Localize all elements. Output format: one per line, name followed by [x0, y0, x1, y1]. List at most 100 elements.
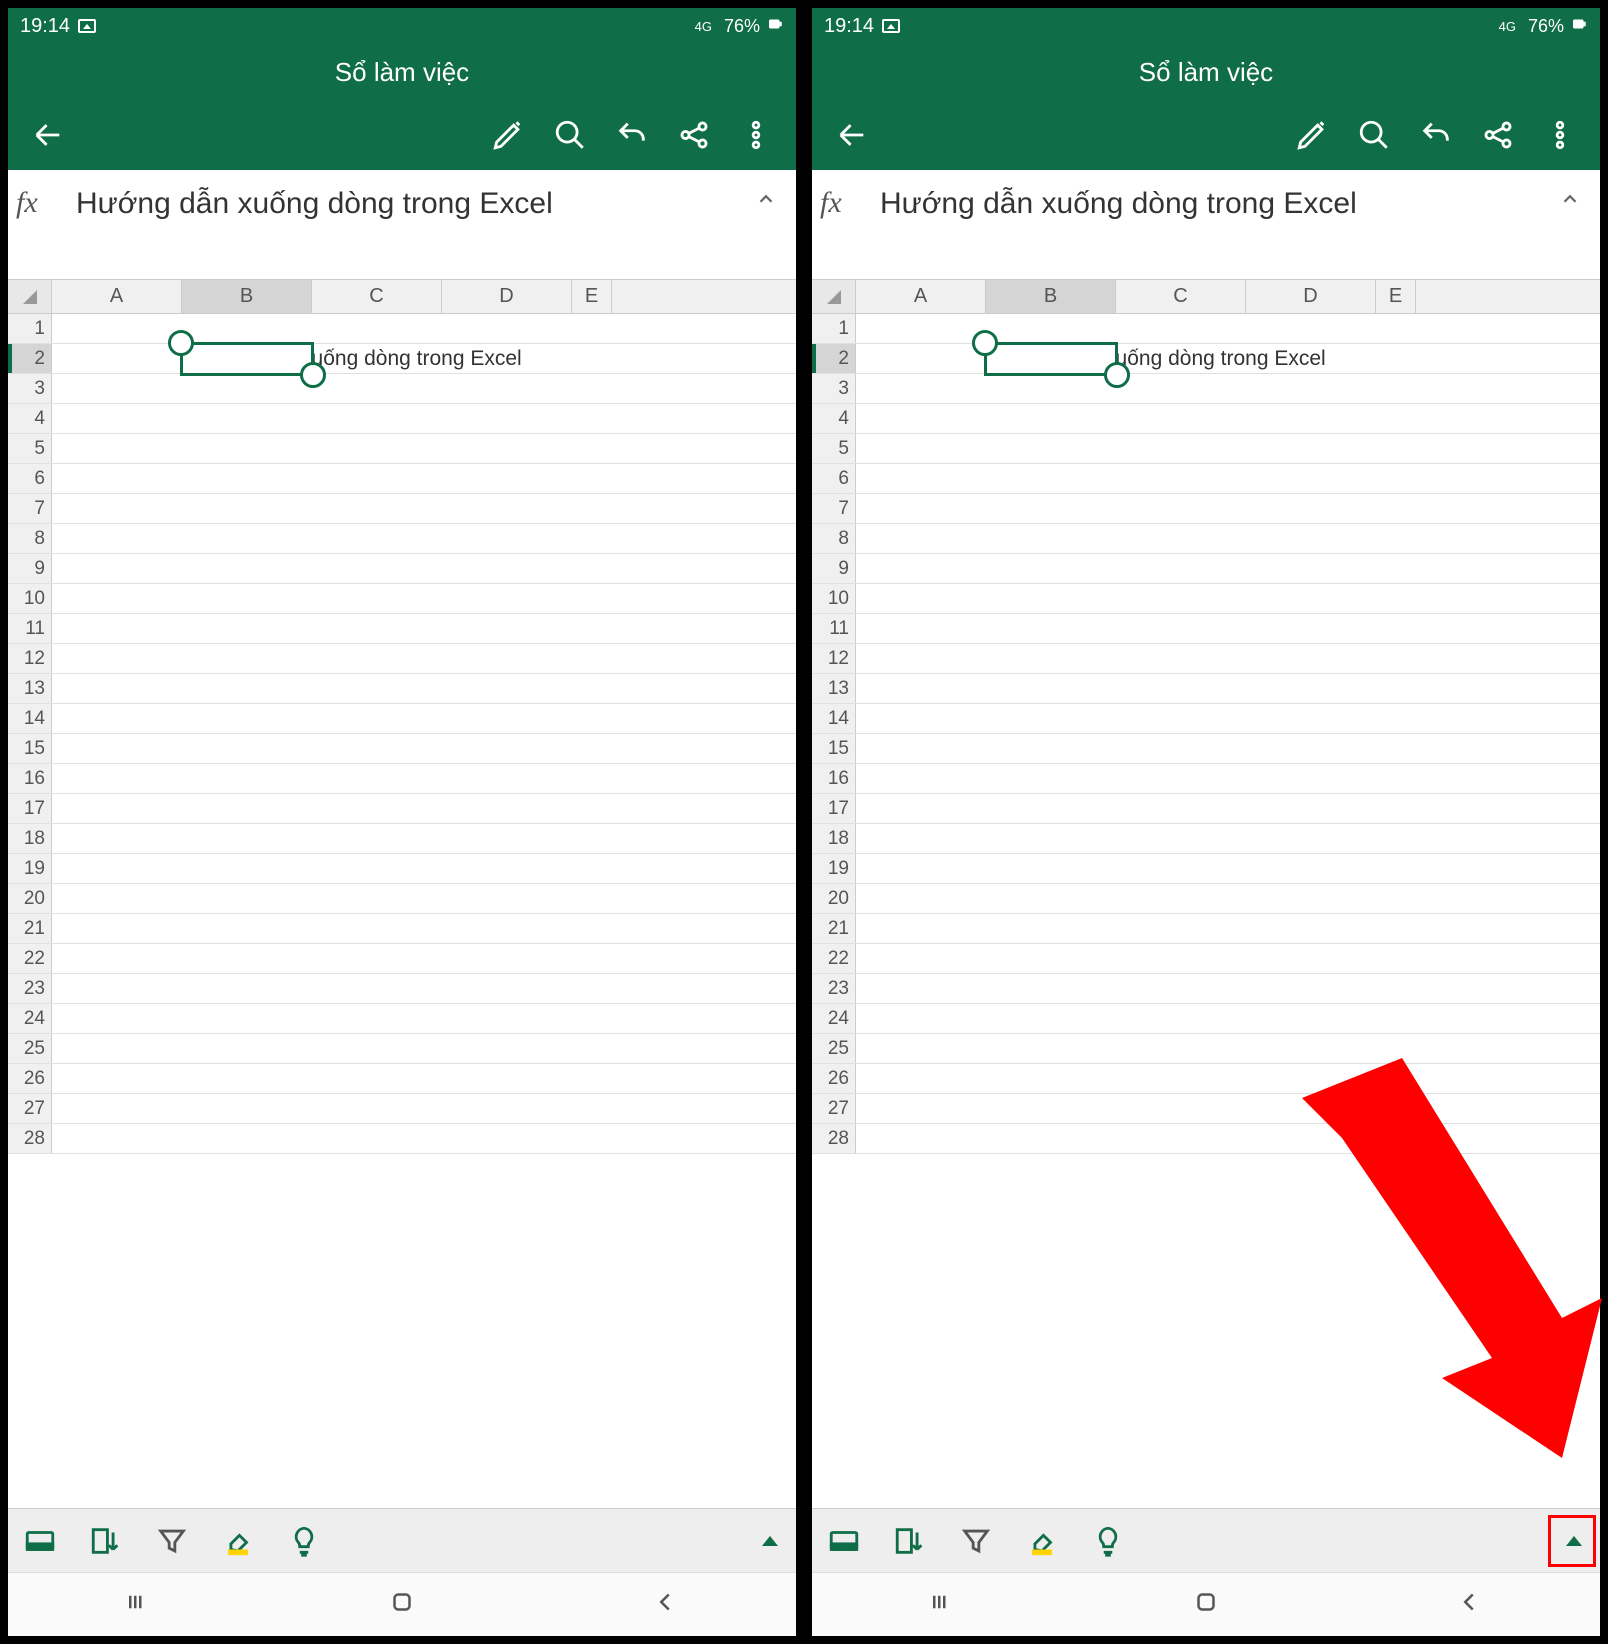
- spreadsheet[interactable]: A B C D E 1 2 3 4 5 6 7 8: [8, 280, 796, 1508]
- row-header-24[interactable]: 24: [812, 1004, 856, 1033]
- row-12[interactable]: 12: [812, 644, 1600, 674]
- col-header-C[interactable]: C: [312, 280, 442, 313]
- row-cells-21[interactable]: [856, 914, 1600, 943]
- fill-button[interactable]: [216, 1519, 260, 1563]
- col-header-D[interactable]: D: [442, 280, 572, 313]
- row-header-3[interactable]: 3: [8, 374, 52, 403]
- row-15[interactable]: 15: [812, 734, 1600, 764]
- row-11[interactable]: 11: [812, 614, 1600, 644]
- row-cells-28[interactable]: [52, 1124, 796, 1153]
- row-header-26[interactable]: 26: [8, 1064, 52, 1093]
- row-header-15[interactable]: 15: [8, 734, 52, 763]
- row-cells-13[interactable]: [52, 674, 796, 703]
- row-cells-21[interactable]: [52, 914, 796, 943]
- more-button[interactable]: [1534, 109, 1586, 161]
- row-23[interactable]: 23: [8, 974, 796, 1004]
- row-header-10[interactable]: 10: [812, 584, 856, 613]
- row-header-7[interactable]: 7: [812, 494, 856, 523]
- select-all-corner[interactable]: [812, 280, 856, 313]
- row-header-9[interactable]: 9: [812, 554, 856, 583]
- row-4[interactable]: 4: [812, 404, 1600, 434]
- sheet-rows[interactable]: 1 2 3 4 5 6 7 8 9 10: [812, 314, 1600, 1508]
- row-cells-4[interactable]: [52, 404, 796, 433]
- row-header-17[interactable]: 17: [812, 794, 856, 823]
- row-header-8[interactable]: 8: [8, 524, 52, 553]
- row-28[interactable]: 28: [8, 1124, 796, 1154]
- row-1[interactable]: 1: [812, 314, 1600, 344]
- row-cells-4[interactable]: [856, 404, 1600, 433]
- expand-ribbon-button[interactable]: [762, 1536, 778, 1546]
- row-22[interactable]: 22: [8, 944, 796, 974]
- row-cells-17[interactable]: [52, 794, 796, 823]
- row-cells-7[interactable]: [52, 494, 796, 523]
- filter-button[interactable]: [954, 1519, 998, 1563]
- row-9[interactable]: 9: [8, 554, 796, 584]
- row-8[interactable]: 8: [8, 524, 796, 554]
- row-7[interactable]: 7: [812, 494, 1600, 524]
- row-header-25[interactable]: 25: [8, 1034, 52, 1063]
- search-button[interactable]: [544, 109, 596, 161]
- row-cells-27[interactable]: [52, 1094, 796, 1123]
- row-header-23[interactable]: 23: [8, 974, 52, 1003]
- row-13[interactable]: 13: [8, 674, 796, 704]
- row-header-20[interactable]: 20: [8, 884, 52, 913]
- row-cells-6[interactable]: [52, 464, 796, 493]
- row-header-12[interactable]: 12: [812, 644, 856, 673]
- row-header-27[interactable]: 27: [8, 1094, 52, 1123]
- sheet-rows[interactable]: 1 2 3 4 5 6 7 8 9 10: [8, 314, 796, 1508]
- row-cells-14[interactable]: [52, 704, 796, 733]
- row-cells-23[interactable]: [52, 974, 796, 1003]
- row-cells-18[interactable]: [856, 824, 1600, 853]
- select-all-corner[interactable]: [8, 280, 52, 313]
- row-10[interactable]: 10: [8, 584, 796, 614]
- col-header-E[interactable]: E: [1376, 280, 1416, 313]
- row-13[interactable]: 13: [812, 674, 1600, 704]
- row-cells-19[interactable]: [52, 854, 796, 883]
- row-cells-27[interactable]: [856, 1094, 1600, 1123]
- row-26[interactable]: 26: [8, 1064, 796, 1094]
- row-12[interactable]: 12: [8, 644, 796, 674]
- undo-button[interactable]: [1410, 109, 1462, 161]
- row-cells-16[interactable]: [856, 764, 1600, 793]
- spreadsheet[interactable]: A B C D E 1 2 3 4 5 6 7 8: [812, 280, 1600, 1508]
- row-cells-13[interactable]: [856, 674, 1600, 703]
- col-header-D[interactable]: D: [1246, 280, 1376, 313]
- row-17[interactable]: 17: [8, 794, 796, 824]
- row-header-3[interactable]: 3: [812, 374, 856, 403]
- row-3[interactable]: 3: [8, 374, 796, 404]
- selected-cell[interactable]: [984, 342, 1118, 376]
- undo-button[interactable]: [606, 109, 658, 161]
- row-21[interactable]: 21: [8, 914, 796, 944]
- row-header-2[interactable]: 2: [812, 344, 856, 373]
- nav-home[interactable]: [387, 1587, 417, 1622]
- col-header-C[interactable]: C: [1116, 280, 1246, 313]
- row-header-5[interactable]: 5: [8, 434, 52, 463]
- row-5[interactable]: 5: [812, 434, 1600, 464]
- row-cells-14[interactable]: [856, 704, 1600, 733]
- draw-button[interactable]: [1286, 109, 1338, 161]
- row-16[interactable]: 16: [812, 764, 1600, 794]
- col-header-B[interactable]: B: [182, 280, 312, 313]
- filter-button[interactable]: [150, 1519, 194, 1563]
- row-20[interactable]: 20: [8, 884, 796, 914]
- row-cells-3[interactable]: [52, 374, 796, 403]
- row-cells-24[interactable]: [856, 1004, 1600, 1033]
- formula-bar[interactable]: fx Hướng dẫn xuống dòng trong Excel: [8, 170, 796, 280]
- row-19[interactable]: 19: [8, 854, 796, 884]
- col-header-E[interactable]: E: [572, 280, 612, 313]
- row-header-6[interactable]: 6: [812, 464, 856, 493]
- row-cells-7[interactable]: [856, 494, 1600, 523]
- row-cells-11[interactable]: [856, 614, 1600, 643]
- row-1[interactable]: 1: [8, 314, 796, 344]
- row-header-22[interactable]: 22: [812, 944, 856, 973]
- share-button[interactable]: [668, 109, 720, 161]
- nav-recents[interactable]: [928, 1587, 958, 1622]
- row-header-16[interactable]: 16: [8, 764, 52, 793]
- nav-home[interactable]: [1191, 1587, 1221, 1622]
- row-header-21[interactable]: 21: [8, 914, 52, 943]
- row-cells-5[interactable]: [856, 434, 1600, 463]
- row-header-6[interactable]: 6: [8, 464, 52, 493]
- row-cells-1[interactable]: [856, 314, 1600, 343]
- row-6[interactable]: 6: [812, 464, 1600, 494]
- sort-button[interactable]: [888, 1519, 932, 1563]
